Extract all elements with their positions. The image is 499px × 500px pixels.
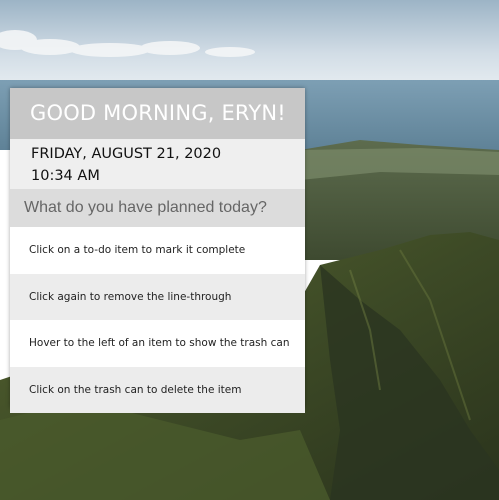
current-time: 10:34 AM <box>31 168 100 184</box>
todo-item[interactable]: Click on a to-do item to mark it complet… <box>10 227 305 274</box>
todo-item[interactable]: Click again to remove the line-through <box>10 273 305 320</box>
todo-item-text: Click again to remove the line-through <box>29 290 232 303</box>
todo-input[interactable] <box>10 189 305 227</box>
todo-item-text: Click on a to-do item to mark it complet… <box>29 244 246 257</box>
date-time-panel: FRIDAY, AUGUST 21, 2020 10:34 AM <box>10 139 305 189</box>
todo-item-text: Hover to the left of an item to show the… <box>29 337 290 350</box>
page: GOOD MORNING, ERYN! FRIDAY, AUGUST 21, 2… <box>0 0 499 500</box>
todo-input-row <box>10 189 305 227</box>
greeting-header: GOOD MORNING, ERYN! <box>10 88 305 139</box>
todo-list: Click on a to-do item to mark it complet… <box>10 227 305 413</box>
todo-item[interactable]: Click on the trash can to delete the ite… <box>10 366 305 413</box>
current-date: FRIDAY, AUGUST 21, 2020 <box>31 146 222 162</box>
todo-card: GOOD MORNING, ERYN! FRIDAY, AUGUST 21, 2… <box>10 88 305 413</box>
todo-item[interactable]: Hover to the left of an item to show the… <box>10 320 305 367</box>
todo-item-text: Click on the trash can to delete the ite… <box>29 383 242 396</box>
